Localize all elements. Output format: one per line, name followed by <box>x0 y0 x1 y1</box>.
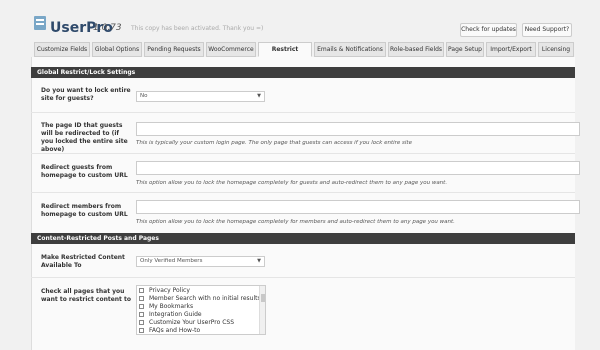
section-header-content-restricted: Content-Restricted Posts and Pages <box>31 233 575 244</box>
divider <box>31 192 575 193</box>
tab-global-options[interactable]: Global Options <box>92 42 142 57</box>
redirect-members-home-input[interactable] <box>136 200 580 214</box>
page-checkbox-item[interactable]: Privacy Policy <box>139 287 190 295</box>
checkbox-icon[interactable] <box>139 288 144 293</box>
chevron-down-icon: ▼ <box>257 93 261 99</box>
page-checkbox-item[interactable]: My Bookmarks <box>139 303 193 311</box>
tab-import-export[interactable]: Import/Export <box>486 42 536 57</box>
lock-site-select[interactable]: No ▼ <box>136 91 265 102</box>
checkbox-icon[interactable] <box>139 296 144 301</box>
tab-customize-fields[interactable]: Customize Fields <box>34 42 90 57</box>
redirect-guests-home-input[interactable] <box>136 161 580 175</box>
tab-licensing[interactable]: Licensing <box>538 42 574 57</box>
listbox-scrollbar[interactable] <box>259 286 265 334</box>
scrollbar-thumb[interactable] <box>261 294 265 302</box>
tab-pending-requests[interactable]: Pending Requests <box>144 42 204 57</box>
redirect-page-input[interactable] <box>136 122 580 136</box>
checkbox-icon[interactable] <box>139 304 144 309</box>
divider <box>31 153 575 154</box>
lock-site-value: No <box>140 93 148 99</box>
tab-page-setup[interactable]: Page Setup <box>446 42 484 57</box>
checkbox-icon[interactable] <box>139 328 144 333</box>
need-support-button[interactable]: Need Support? <box>522 23 572 37</box>
available-to-value: Only Verified Members <box>140 258 203 264</box>
available-to-label: Make Restricted Content Available To <box>41 254 125 269</box>
page-checkbox-item[interactable]: Member Search with no initial results <box>139 295 261 303</box>
app-version: 1.0.73 <box>93 23 122 33</box>
redirect-page-label: The page ID that guests will be redirect… <box>41 122 128 153</box>
activation-note: This copy has been activated. Thank you … <box>131 25 264 32</box>
redirect-guests-home-help: This option allow you to lock the homepa… <box>136 180 448 186</box>
userpro-logo-icon <box>34 16 46 30</box>
chevron-down-icon: ▼ <box>257 258 261 264</box>
restrict-pages-listbox[interactable]: Privacy Policy Member Search with no ini… <box>136 285 266 335</box>
tab-role-based-fields[interactable]: Role-based Fields <box>388 42 444 57</box>
check-updates-button[interactable]: Check for updates <box>460 23 517 37</box>
tab-restrict-content[interactable]: Restrict Content <box>258 42 312 66</box>
tab-woocommerce[interactable]: WooCommerce <box>206 42 256 57</box>
page-checkbox-item[interactable]: Integration Guide <box>139 311 202 319</box>
divider <box>31 277 575 278</box>
redirect-members-home-label: Redirect members from homepage to custom… <box>41 203 128 218</box>
lock-site-label: Do you want to lock entire site for gues… <box>41 87 131 102</box>
page-checkbox-item[interactable]: FAQs and How-to <box>139 327 200 334</box>
restrict-pages-label: Check all pages that you want to restric… <box>41 288 132 303</box>
redirect-members-home-help: This option allow you to lock the homepa… <box>136 219 455 225</box>
checkbox-icon[interactable] <box>139 312 144 317</box>
available-to-select[interactable]: Only Verified Members ▼ <box>136 256 265 267</box>
redirect-page-help: This is typically your custom login page… <box>136 140 412 146</box>
section-header-global-restrict: Global Restrict/Lock Settings <box>31 67 575 78</box>
divider <box>31 112 575 113</box>
tab-emails-notifications[interactable]: Emails & Notifications <box>314 42 386 57</box>
checkbox-icon[interactable] <box>139 320 144 325</box>
redirect-guests-home-label: Redirect guests from homepage to custom … <box>41 164 128 179</box>
settings-tabs: Customize Fields Global Options Pending … <box>34 42 574 66</box>
page-checkbox-item[interactable]: Customize Your UserPro CSS <box>139 319 234 327</box>
header: UserPro 1.0.73 This copy has been activa… <box>0 0 600 40</box>
